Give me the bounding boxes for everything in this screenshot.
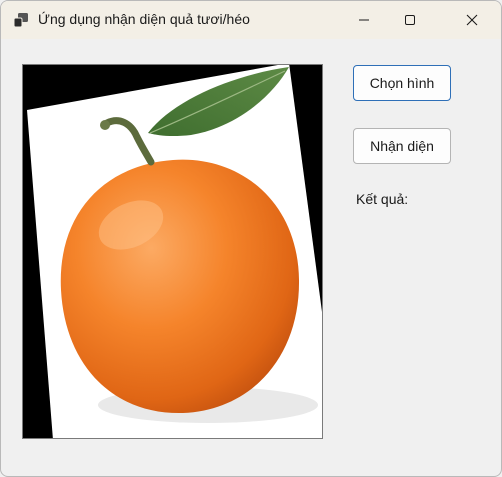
result-label: Kết quả: [356,191,409,207]
detect-button[interactable]: Nhận diện [353,128,451,164]
app-window: Ứng dụng nhận diện quả tươi/héo Chọn hìn… [0,0,502,477]
maximize-icon [404,14,416,26]
windows-form-icon [13,12,29,28]
maximize-button[interactable] [387,1,433,39]
title-bar[interactable]: Ứng dụng nhận diện quả tươi/héo [1,1,501,39]
minimize-button[interactable] [341,1,387,39]
close-icon [466,14,478,26]
close-button[interactable] [449,1,495,39]
fruit-picture-box [22,64,323,439]
orange-image [23,65,322,438]
minimize-icon [358,14,370,26]
choose-image-button[interactable]: Chọn hình [353,65,451,101]
window-title: Ứng dụng nhận diện quả tươi/héo [38,11,250,27]
